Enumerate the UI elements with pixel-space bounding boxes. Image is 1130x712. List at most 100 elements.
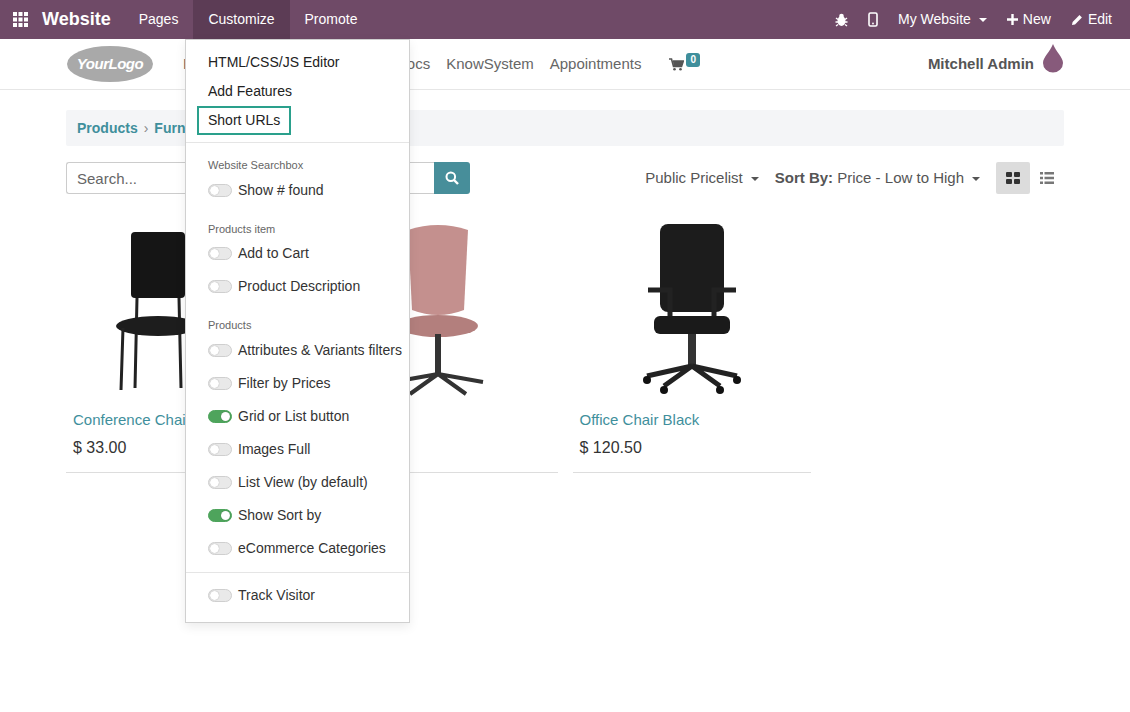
cart-icon — [669, 58, 684, 71]
product-price: $ 120.50 — [580, 436, 811, 460]
menu-section-header: Products — [186, 303, 409, 334]
apps-grid-icon[interactable] — [0, 0, 42, 39]
menu-toggle-row[interactable]: Add to Cart — [186, 237, 409, 270]
site-menu-item[interactable]: Appointments — [546, 53, 646, 76]
plus-icon — [1007, 14, 1018, 25]
toggle-switch[interactable] — [208, 476, 232, 489]
top-menu-item[interactable]: Promote — [290, 0, 373, 39]
sort-controls: Public Pricelist Sort By: Price - Low to… — [645, 162, 1064, 194]
list-view-icon — [1040, 172, 1054, 184]
top-menu: PagesCustomizePromote — [124, 0, 373, 39]
toggle-switch[interactable] — [208, 344, 232, 357]
caret-icon — [751, 177, 759, 181]
menu-toggle-label[interactable]: Show # found — [238, 180, 324, 201]
new-label[interactable]: New — [1023, 9, 1051, 30]
pricelist-dropdown[interactable]: Public Pricelist — [645, 167, 759, 190]
menu-link-row: Add Features — [186, 77, 409, 106]
menu-link-row: Short URLs — [186, 106, 409, 135]
caret-icon — [972, 177, 980, 181]
menu-section-header: Website Searchbox — [186, 143, 409, 174]
menu-toggle-row[interactable]: Show Sort by — [186, 499, 409, 532]
menu-toggle-row[interactable]: Grid or List button — [186, 400, 409, 433]
menu-toggle-label[interactable]: Add to Cart — [238, 243, 309, 264]
grid-view-button[interactable] — [996, 162, 1030, 194]
pricelist-label[interactable]: Public Pricelist — [645, 169, 743, 186]
website-name[interactable]: My Website — [898, 9, 971, 30]
menu-toggle-label[interactable]: Show Sort by — [238, 505, 321, 526]
menu-divider — [186, 572, 409, 573]
sort-dropdown[interactable]: Sort By: Price - Low to High — [775, 167, 980, 190]
grid-view-icon — [1006, 172, 1020, 184]
edit-button[interactable]: Edit — [1061, 0, 1122, 39]
toggle-knob — [221, 511, 230, 520]
menu-toggle-label[interactable]: Filter by Prices — [238, 373, 331, 394]
toggle-knob — [210, 591, 219, 600]
menu-toggle-label[interactable]: Images Full — [238, 439, 310, 460]
breadcrumb-item[interactable]: Products — [77, 118, 138, 139]
toggle-switch[interactable] — [208, 542, 232, 555]
customize-dropdown: HTML/CSS/JS EditorAdd FeaturesShort URLs… — [185, 39, 410, 623]
menu-toggle-row[interactable]: Filter by Prices — [186, 367, 409, 400]
menu-link[interactable]: HTML/CSS/JS Editor — [197, 48, 350, 77]
product-name[interactable]: Office Chair Black — [580, 409, 811, 432]
menu-section-header: Products item — [186, 207, 409, 238]
edit-label[interactable]: Edit — [1088, 9, 1112, 30]
menu-toggle-row[interactable]: Attributes & Variants filters — [186, 334, 409, 367]
toggle-switch[interactable] — [208, 184, 232, 197]
toggle-knob — [221, 412, 230, 421]
toggle-switch[interactable] — [208, 443, 232, 456]
toggle-switch[interactable] — [208, 410, 232, 423]
cart-link[interactable]: 0 — [669, 58, 700, 71]
app-name[interactable]: Website — [42, 6, 111, 33]
breadcrumb-separator: › — [144, 118, 149, 139]
menu-toggle-label[interactable]: Track Visitor — [238, 585, 315, 606]
site-logo[interactable]: YourLogo — [67, 46, 153, 82]
toggle-switch[interactable] — [208, 589, 232, 602]
user-name[interactable]: Mitchell Admin — [928, 53, 1034, 76]
toggle-knob — [210, 282, 219, 291]
menu-toggle-row[interactable]: List View (by default) — [186, 466, 409, 499]
menu-toggle-label[interactable]: Attributes & Variants filters — [238, 340, 402, 361]
view-toggle — [996, 162, 1064, 194]
menu-toggle-label[interactable]: Grid or List button — [238, 406, 349, 427]
search-button[interactable] — [434, 162, 470, 194]
product-image[interactable] — [573, 213, 811, 403]
sort-value[interactable]: Price - Low to High — [837, 169, 964, 186]
toggle-knob — [210, 379, 219, 388]
debug-bug-icon[interactable] — [825, 0, 858, 39]
menu-toggle-label[interactable]: List View (by default) — [238, 472, 368, 493]
menu-toggle-label[interactable]: eCommerce Categories — [238, 538, 386, 559]
sort-label: Sort By: — [775, 169, 833, 186]
user-menu[interactable]: Mitchell Admin — [928, 53, 1064, 76]
toggle-switch[interactable] — [208, 280, 232, 293]
toggle-switch[interactable] — [208, 509, 232, 522]
menu-link[interactable]: Add Features — [197, 77, 303, 106]
menu-toggle-row[interactable]: Show # found — [186, 174, 409, 207]
top-menu-item[interactable]: Pages — [124, 0, 194, 39]
menu-toggle-row[interactable]: Track Visitor — [186, 573, 409, 606]
top-menu-item[interactable]: Customize — [193, 0, 289, 39]
search-icon — [445, 171, 459, 185]
toggle-switch[interactable] — [208, 247, 232, 260]
menu-divider — [186, 142, 409, 143]
logo-text[interactable]: YourLogo — [77, 53, 143, 76]
menu-toggle-row[interactable]: Product Description — [186, 270, 409, 303]
caret-icon — [979, 18, 987, 22]
new-button[interactable]: New — [997, 0, 1061, 39]
site-menu-item[interactable]: KnowSystem — [442, 53, 538, 76]
top-actions: My Website New Edit — [825, 0, 1130, 39]
product-card[interactable]: Office Chair Black $ 120.50 — [573, 213, 811, 473]
website-switcher[interactable]: My Website — [888, 0, 997, 39]
menu-toggle-row[interactable]: eCommerce Categories — [186, 532, 409, 565]
toggle-knob — [210, 346, 219, 355]
mobile-preview-icon[interactable] — [858, 0, 888, 39]
menu-toggle-row[interactable]: Images Full — [186, 433, 409, 466]
menu-toggle-label[interactable]: Product Description — [238, 276, 360, 297]
list-view-button[interactable] — [1030, 162, 1064, 194]
toggle-knob — [210, 186, 219, 195]
toggle-knob — [210, 478, 219, 487]
menu-link[interactable]: Short URLs — [197, 106, 291, 135]
toggle-knob — [210, 544, 219, 553]
toggle-switch[interactable] — [208, 377, 232, 390]
toggle-knob — [210, 249, 219, 258]
